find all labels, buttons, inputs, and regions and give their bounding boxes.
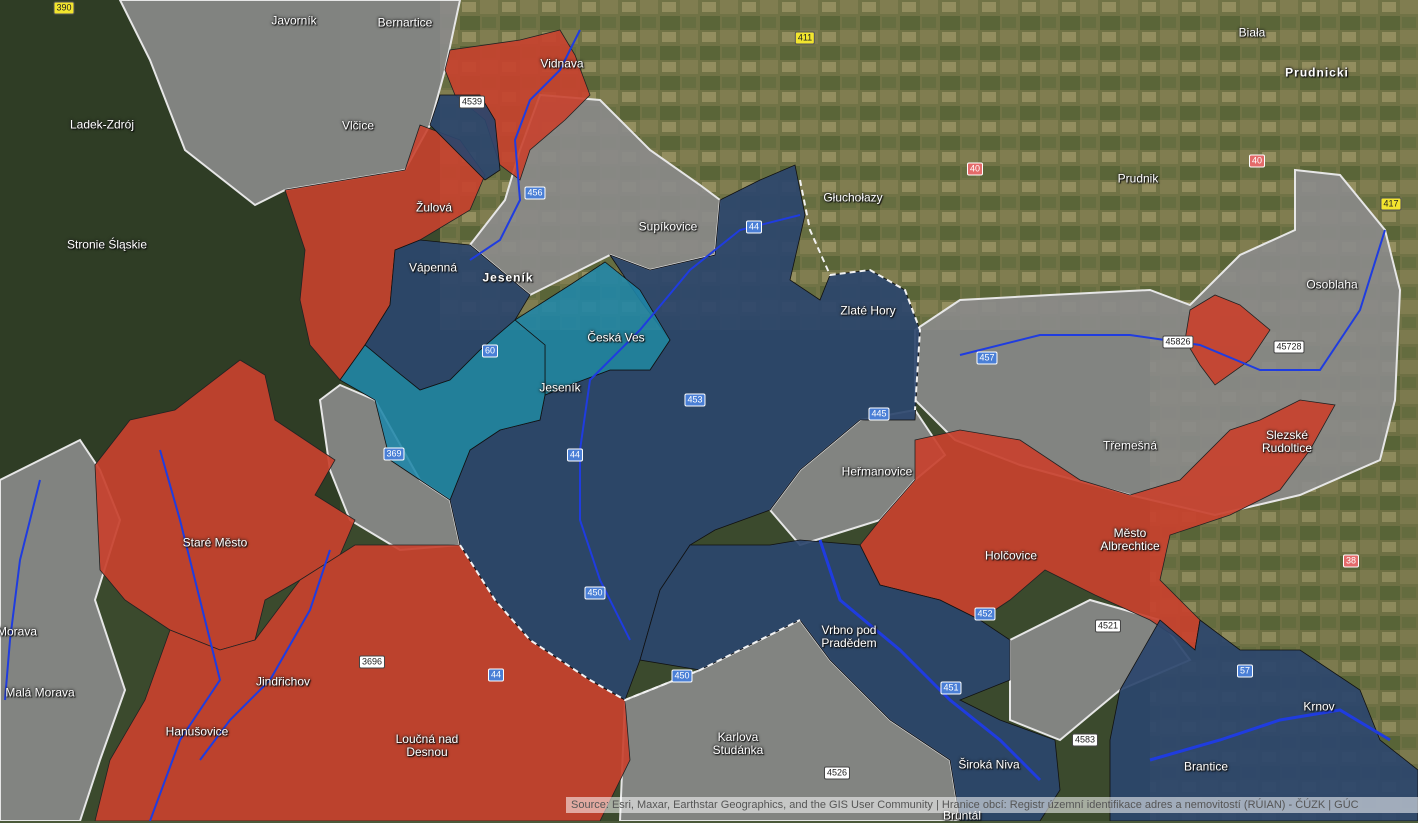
road-shield-45728: 45728 [1273,340,1305,354]
road-shield-44-south: 44 [487,668,505,682]
road-shield-457: 457 [976,351,998,365]
road-shield-453: 453 [684,393,706,407]
road-shield-45826: 45826 [1162,335,1194,349]
road-shield-445: 445 [868,407,890,421]
road-shield-60: 60 [481,344,499,358]
road-shield-451: 451 [940,681,962,695]
road-shield-4539: 4539 [458,95,486,109]
road-shield-369: 369 [383,447,405,461]
road-shield-3696: 3696 [358,655,386,669]
road-shield-4583: 4583 [1071,733,1099,747]
road-shield-456: 456 [524,186,546,200]
road-shield-44-center: 44 [566,448,584,462]
road-shield-38: 38 [1342,554,1360,568]
road-shield-452: 452 [974,607,996,621]
road-shield-411: 411 [794,31,816,45]
road-shield-40-west: 40 [966,162,984,176]
road-shield-57: 57 [1236,664,1254,678]
road-shield-4521: 4521 [1094,619,1122,633]
road-shield-417: 417 [1380,197,1402,211]
road-shield-450-south: 450 [671,669,693,683]
road-shield-4526: 4526 [823,766,851,780]
road-shield-450-north: 450 [584,586,606,600]
map-attribution[interactable]: Source: Esri, Maxar, Earthstar Geographi… [566,797,1418,813]
road-shield-40-east: 40 [1248,154,1266,168]
road-shield-44-north: 44 [745,220,763,234]
map-canvas[interactable] [0,0,1418,821]
road-shield-390: 390 [53,1,75,15]
